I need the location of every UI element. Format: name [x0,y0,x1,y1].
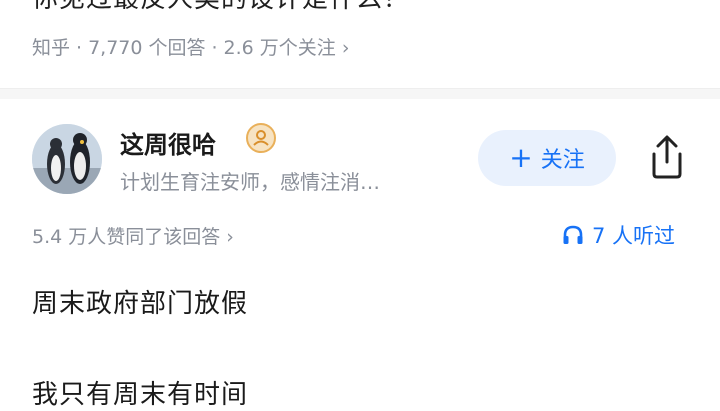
avatar[interactable] [32,124,102,194]
section-divider [0,88,720,99]
answer-paragraph: 我只有周末有时间 [32,380,249,410]
chevron-right-icon: › [341,37,350,59]
follow-label: 关注 [540,148,585,173]
vote-count[interactable]: 5.4 万人赞同了该回答 › [32,222,234,249]
person-badge-icon [246,123,276,153]
author-name[interactable]: 这周很哈 [120,125,216,160]
share-icon[interactable] [646,134,688,180]
site-name: 知乎 [32,37,71,59]
question-title[interactable]: 你见过最反人类的设计是什么？ [32,0,410,15]
follow-button[interactable]: + 关注 [478,130,616,186]
author-description: 计划生育注安师，感情注消… [120,170,380,194]
answer-count: 7,770 个回答 [88,37,206,59]
listen-label: 7 人听过 [592,224,676,248]
listen-count[interactable]: 7 人听过 [562,220,675,250]
answer-paragraph: 周末政府部门放假 [32,289,249,319]
plus-icon: + [509,141,533,174]
follower-count: 2.6 万个关注 [223,37,336,59]
question-meta[interactable]: 知乎 · 7,770 个回答 · 2.6 万个关注 › [32,33,349,60]
headphones-icon [563,225,583,244]
